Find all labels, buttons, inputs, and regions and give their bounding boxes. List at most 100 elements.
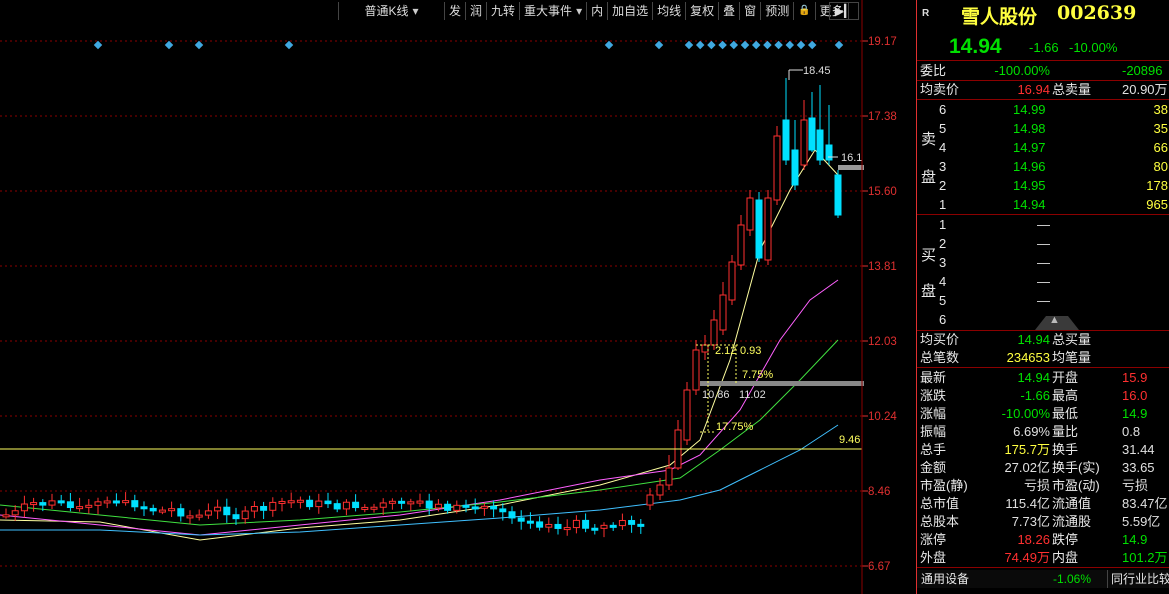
range-high-label: 11.02 — [739, 389, 766, 401]
toolbar-item-5[interactable]: 加自选 — [608, 2, 654, 20]
sell-level-vol: 965 — [1146, 197, 1168, 212]
row-value-2: -20896 — [1122, 63, 1163, 78]
event-marker-icon[interactable] — [763, 40, 772, 50]
event-marker-icon[interactable] — [751, 40, 761, 50]
lock-icon[interactable]: 🔒 — [794, 2, 816, 20]
stat-row: 涨幅 -10.00% 最低 14.9 — [917, 405, 1169, 423]
row-value-2: 5.59亿 — [1122, 514, 1161, 529]
stat-row: 金额 27.02亿 换手(实) 33.65 — [917, 459, 1169, 477]
event-marker-icon[interactable] — [729, 40, 739, 50]
kline-chart[interactable]: 9.46 18.45 16.1 2.12 0.93 7.75% 17.75% 1… — [0, 0, 915, 594]
candle-body — [407, 501, 415, 505]
event-marker-icon[interactable] — [164, 40, 174, 50]
sector-name[interactable]: 通用设备 — [921, 570, 969, 588]
sell-level-price[interactable]: 14.99 — [1013, 101, 1046, 119]
toolbar-item-1[interactable]: 润 — [466, 2, 488, 20]
kline-type-select[interactable]: 普通K线 — [339, 2, 445, 20]
chevron-up-icon[interactable]: ▲ — [1049, 314, 1060, 326]
candle-body — [692, 349, 700, 391]
sell-level-price[interactable]: 14.95 — [1013, 177, 1046, 195]
sell-level-row[interactable]: 1 14.94 965 — [917, 196, 1169, 214]
candle-body — [214, 506, 222, 512]
candle-body — [755, 199, 763, 259]
event-marker-icon[interactable] — [718, 40, 727, 50]
event-marker-icon[interactable] — [834, 40, 844, 50]
buy-level-price[interactable]: — — [1037, 273, 1050, 291]
row-label-2: 总买量 — [1052, 332, 1092, 347]
buy-level-row[interactable]: 2— — [917, 235, 1169, 253]
event-marker-icon[interactable] — [93, 40, 103, 50]
toolbar-item-6[interactable]: 均线 — [653, 2, 687, 20]
sell-level-row[interactable]: 2 14.95 178 — [917, 177, 1169, 195]
sell-level-row[interactable]: 5 14.98 35 — [917, 120, 1169, 138]
buy-level-row[interactable]: 4— — [917, 273, 1169, 291]
price-axis: 19.17 17.38 15.60 13.81 12.03 10.24 8.46 6.67 — [862, 36, 897, 573]
event-marker-icon[interactable] — [284, 40, 294, 50]
event-marker-icon[interactable] — [796, 40, 806, 50]
panel-toggle-icon[interactable]: ▶▎ — [829, 2, 859, 20]
row-label-2: 流通值 — [1052, 496, 1092, 511]
buy-level-row[interactable]: 1— — [917, 216, 1169, 234]
row-label-1: 涨停 — [920, 532, 947, 547]
toolbar-item-8[interactable]: 叠 — [719, 2, 741, 20]
total-trades-row: 总笔数 234653 均笔量 — [917, 349, 1169, 367]
buy-level-price[interactable]: — — [1037, 254, 1050, 272]
toolbar-item-3[interactable]: 重大事件 — [520, 2, 588, 20]
candle-body — [269, 501, 277, 511]
event-marker-icon[interactable] — [695, 40, 705, 50]
row-label-2: 最低 — [1052, 406, 1079, 421]
buy-level-price[interactable]: — — [1037, 235, 1050, 253]
toolbar-item-0[interactable]: 发 — [445, 2, 467, 20]
buy-level-num: 6 — [939, 312, 947, 327]
buy-level-price[interactable]: — — [1037, 216, 1050, 234]
toolbar-item-10[interactable]: 预测 — [761, 2, 795, 20]
candle-body — [800, 119, 808, 166]
event-marker-icon[interactable] — [654, 40, 664, 50]
divider — [917, 60, 1169, 61]
price-tick-label: 10.24 — [868, 411, 897, 423]
event-marker-icon[interactable] — [684, 40, 694, 50]
toolbar-item-7[interactable]: 复权 — [686, 2, 720, 20]
divider — [917, 367, 1169, 368]
row-value-2: 0.8 — [1122, 424, 1141, 439]
stat-row: 涨跌 -1.66 最高 16.0 — [917, 387, 1169, 405]
event-marker-icon[interactable] — [785, 40, 795, 50]
event-marker-icon[interactable] — [774, 40, 783, 50]
buy-level-price[interactable]: — — [1037, 292, 1050, 310]
candle-body — [76, 506, 84, 510]
event-marker-icon[interactable] — [740, 40, 750, 50]
toolbar-item-9[interactable]: 窗 — [740, 2, 762, 20]
candle-body — [490, 505, 498, 510]
price-change-pct: -10.00% — [1069, 40, 1118, 55]
sell-level-price[interactable]: 14.96 — [1013, 158, 1046, 176]
event-marker-icon[interactable] — [707, 40, 716, 50]
price-tick-label: 6.67 — [868, 561, 890, 573]
candle-body — [324, 500, 332, 505]
sell-level-row[interactable]: 3 14.96 80 — [917, 158, 1169, 176]
weibi-row: 委比 -100.00% -20896 — [917, 62, 1169, 80]
row-label-1: 总手 — [920, 442, 947, 457]
candle-body — [526, 520, 534, 524]
peer-compare-button[interactable]: 同行业比较 — [1107, 570, 1169, 588]
event-marker-icon[interactable] — [194, 40, 204, 50]
toolbar-item-2[interactable]: 九转 — [487, 2, 521, 20]
range-low-label: 10.86 — [702, 389, 730, 401]
row-label-1: 总笔数 — [920, 350, 960, 365]
row-value-1: -100.00% — [994, 63, 1050, 78]
buy-level-row[interactable]: 3— — [917, 254, 1169, 272]
sell-level-price[interactable]: 14.98 — [1013, 120, 1046, 138]
last-price: 14.94 — [949, 35, 1002, 58]
buy-level-row[interactable]: 5— — [917, 292, 1169, 310]
measure-b-label: 0.93 — [740, 345, 761, 357]
divider — [917, 214, 1169, 215]
candle-body — [453, 504, 461, 511]
sell-level-price[interactable]: 14.94 — [1013, 196, 1046, 214]
event-marker-icon[interactable] — [604, 40, 614, 50]
sell-level-row[interactable]: 4 14.97 66 — [917, 139, 1169, 157]
sell-level-row[interactable]: 6 14.99 38 — [917, 101, 1169, 119]
event-marker-icon[interactable] — [807, 40, 817, 50]
toolbar-item-4[interactable]: 内 — [587, 2, 609, 20]
kline-canvas: 9.46 18.45 16.1 2.12 0.93 7.75% 17.75% 1… — [0, 0, 897, 594]
sell-level-price[interactable]: 14.97 — [1013, 139, 1046, 157]
price-tick-label: 8.46 — [868, 486, 890, 498]
